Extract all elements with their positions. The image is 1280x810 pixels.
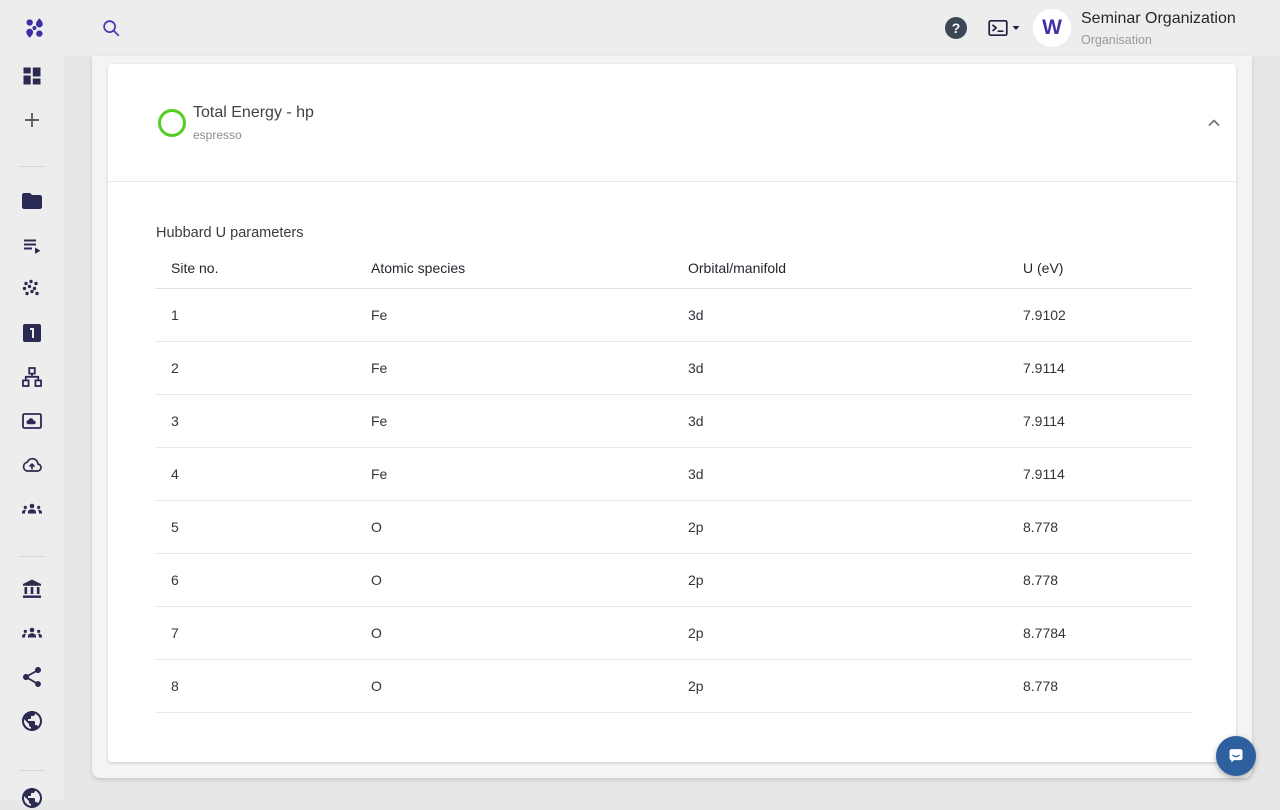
table-row: 2 Fe 3d 7.9114	[155, 342, 1192, 395]
column-header-u: U (eV)	[1023, 260, 1192, 276]
top-bar	[0, 0, 1280, 56]
bank-icon	[20, 577, 44, 601]
cell-species: Fe	[371, 360, 688, 376]
dashboard-icon	[20, 64, 44, 88]
cell-orbital: 3d	[688, 307, 1023, 323]
column-header-orbital: Orbital/manifold	[688, 260, 1023, 276]
cell-species: O	[371, 625, 688, 641]
chat-bubble-icon	[1225, 745, 1247, 767]
sidebar-item-jobs[interactable]	[20, 233, 44, 257]
hubbard-table: Site no. Atomic species Orbital/manifold…	[155, 247, 1192, 713]
avatar-initial: W	[1042, 16, 1062, 40]
cell-orbital: 3d	[688, 413, 1023, 429]
table-row: 7 O 2p 8.7784	[155, 607, 1192, 660]
grain-dots-icon	[20, 277, 44, 301]
sidebar-item-structures[interactable]	[20, 277, 44, 301]
cell-u: 7.9114	[1023, 413, 1192, 429]
column-header-site: Site no.	[155, 260, 371, 276]
share-icon	[20, 665, 44, 689]
sidebar-item-upload[interactable]	[20, 453, 44, 477]
column-header-species: Atomic species	[371, 260, 688, 276]
cell-site: 3	[155, 413, 371, 429]
groups-icon	[20, 497, 44, 521]
sidebar-item-share[interactable]	[20, 665, 44, 689]
community-icon	[20, 621, 44, 645]
sidebar-item-files[interactable]	[20, 189, 44, 213]
table-row: 3 Fe 3d 7.9114	[155, 395, 1192, 448]
job-list-icon	[20, 233, 44, 257]
sidebar-item-community[interactable]	[20, 621, 44, 645]
cell-u: 8.778	[1023, 678, 1192, 694]
sidebar-item-institution[interactable]	[20, 577, 44, 601]
cell-site: 4	[155, 466, 371, 482]
framed-cloud-icon	[20, 409, 44, 433]
cell-species: Fe	[371, 466, 688, 482]
cell-u: 8.7784	[1023, 625, 1192, 641]
cell-orbital: 2p	[688, 572, 1023, 588]
looks-one-icon	[20, 321, 44, 345]
chevron-up-icon[interactable]	[1204, 113, 1224, 133]
cloud-upload-icon	[20, 453, 44, 477]
sidebar-divider	[19, 166, 45, 167]
terminal-icon[interactable]	[986, 16, 1024, 40]
help-glyph: ?	[952, 20, 961, 36]
table-row: 6 O 2p 8.778	[155, 554, 1192, 607]
card-subtitle: espresso	[193, 128, 242, 142]
workflow-tree-icon	[20, 365, 44, 389]
table-header-row: Site no. Atomic species Orbital/manifold…	[155, 247, 1192, 289]
sidebar-divider	[19, 770, 45, 771]
caret-down-icon	[1010, 22, 1022, 34]
sidebar-item-compute[interactable]	[20, 409, 44, 433]
process-card: Total Energy - hp espresso Hubbard U par…	[108, 64, 1236, 762]
globe-icon	[20, 709, 44, 733]
card-header-divider	[108, 181, 1236, 182]
help-icon[interactable]: ?	[945, 17, 967, 39]
table-row: 4 Fe 3d 7.9114	[155, 448, 1192, 501]
sidebar-item-discover[interactable]	[20, 709, 44, 733]
cell-orbital: 3d	[688, 466, 1023, 482]
cell-species: O	[371, 519, 688, 535]
organization-name: Seminar Organization	[1081, 10, 1271, 28]
cell-orbital: 2p	[688, 625, 1023, 641]
cell-orbital: 2p	[688, 678, 1023, 694]
app-logo-icon[interactable]	[20, 14, 48, 42]
card-title: Total Energy - hp	[193, 104, 314, 122]
plus-icon	[20, 108, 44, 132]
table-row: 8 O 2p 8.778	[155, 660, 1192, 713]
section-title: Hubbard U parameters	[156, 225, 304, 241]
folder-icon	[20, 189, 44, 213]
cell-site: 8	[155, 678, 371, 694]
cell-u: 8.778	[1023, 572, 1192, 588]
sidebar-divider	[19, 556, 45, 557]
sidebar-item-workflows[interactable]	[20, 365, 44, 389]
cell-u: 8.778	[1023, 519, 1192, 535]
sidebar-item-groups[interactable]	[20, 497, 44, 521]
globe-partial-icon	[20, 786, 44, 810]
cell-species: O	[371, 678, 688, 694]
cell-species: Fe	[371, 307, 688, 323]
cell-site: 5	[155, 519, 371, 535]
cell-site: 7	[155, 625, 371, 641]
cell-orbital: 2p	[688, 519, 1023, 535]
sidebar-item-globe-partial[interactable]	[20, 786, 44, 810]
sidebar-item-add[interactable]	[20, 108, 44, 132]
chat-launcher-button[interactable]	[1216, 736, 1256, 776]
cell-u: 7.9114	[1023, 360, 1192, 376]
sidebar-item-dashboard[interactable]	[20, 64, 44, 88]
table-row: 1 Fe 3d 7.9102	[155, 289, 1192, 342]
status-ring-icon	[158, 109, 186, 137]
cell-u: 7.9102	[1023, 307, 1192, 323]
avatar[interactable]: W	[1033, 9, 1071, 47]
cell-species: Fe	[371, 413, 688, 429]
cell-site: 1	[155, 307, 371, 323]
organization-subtitle: Organisation	[1081, 33, 1271, 47]
cell-site: 2	[155, 360, 371, 376]
cell-site: 6	[155, 572, 371, 588]
sidebar-item-looks-one[interactable]	[20, 321, 44, 345]
table-row: 5 O 2p 8.778	[155, 501, 1192, 554]
cell-species: O	[371, 572, 688, 588]
search-icon[interactable]	[100, 17, 122, 39]
cell-orbital: 3d	[688, 360, 1023, 376]
cell-u: 7.9114	[1023, 466, 1192, 482]
